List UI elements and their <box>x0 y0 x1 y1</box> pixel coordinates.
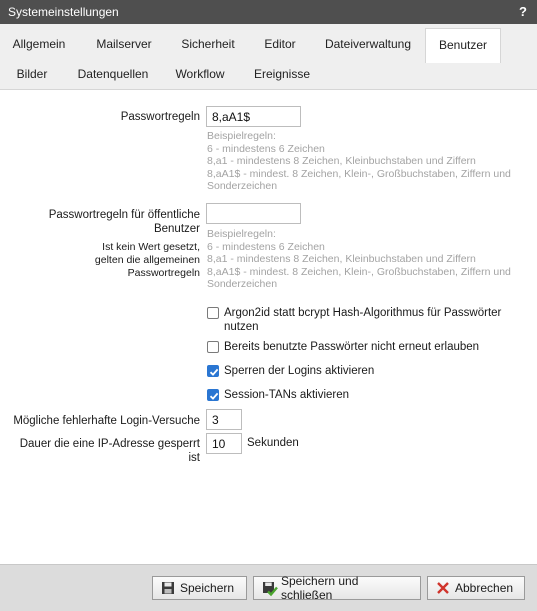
public-password-rules-hints: Beispielregeln: 6 - mindestens 6 Zeichen… <box>207 228 511 290</box>
save-and-close-button[interactable]: Speichern und schließen <box>253 574 421 602</box>
lock-logins-checkbox[interactable] <box>207 365 219 377</box>
settings-panel: Passwortregeln Beispielregeln: 6 - minde… <box>0 90 537 564</box>
ip-lock-label: Dauer die eine IP-Adresse gesperrt ist <box>19 438 200 464</box>
password-rules-input[interactable] <box>206 106 301 127</box>
tab-benutzer[interactable]: Benutzer <box>425 28 501 63</box>
tab-editor[interactable]: Editor <box>254 28 306 60</box>
checkmark-icon <box>209 368 219 376</box>
lock-logins-label: Sperren der Logins aktivieren <box>224 365 375 377</box>
save-button[interactable]: Speichern <box>152 576 247 600</box>
tab-datenquellen[interactable]: Datenquellen <box>70 58 156 90</box>
login-attempts-input[interactable] <box>206 409 242 430</box>
password-rules-hints: Beispielregeln: 6 - mindestens 6 Zeichen… <box>207 130 511 192</box>
tab-workflow[interactable]: Workflow <box>168 58 232 90</box>
tab-mailserver[interactable]: Mailserver <box>84 28 164 60</box>
window-title: Systemeinstellungen <box>8 5 119 19</box>
tab-dateiverwaltung[interactable]: Dateiverwaltung <box>316 28 420 60</box>
tab-sicherheit[interactable]: Sicherheit <box>172 28 244 60</box>
reuse-passwords-label: Bereits benutzte Passwörter nicht erneut… <box>224 341 480 353</box>
window-titlebar: Systemeinstellungen ? <box>0 0 537 24</box>
login-attempts-label: Mögliche fehlerhafte Login-Versuche <box>13 415 200 427</box>
save-button-label: Speichern <box>180 581 235 595</box>
floppy-disk-icon <box>161 581 175 595</box>
session-tans-checkbox[interactable] <box>207 389 219 401</box>
password-rules-label: Passwortregeln <box>120 111 200 123</box>
cancel-button[interactable]: Abbrechen <box>427 576 525 600</box>
ip-lock-unit: Sekunden <box>247 437 299 449</box>
tab-bilder[interactable]: Bilder <box>8 58 56 90</box>
help-icon[interactable]: ? <box>519 4 527 19</box>
save-and-close-button-label: Speichern und schließen <box>281 574 359 602</box>
reuse-passwords-checkbox[interactable] <box>207 341 219 353</box>
close-icon <box>436 581 450 595</box>
public-password-rules-note: Ist kein Wert gesetzt, gelten die allgem… <box>94 241 200 279</box>
tab-bar: Allgemein Mailserver Sicherheit Editor D… <box>0 24 537 90</box>
tab-allgemein[interactable]: Allgemein <box>8 28 70 60</box>
floppy-disk-check-icon <box>262 581 278 597</box>
argon2id-checkbox[interactable] <box>207 307 219 319</box>
ip-lock-input[interactable] <box>206 433 242 454</box>
argon2id-label: Argon2id statt bcrypt Hash-Algorithmus f… <box>224 307 502 333</box>
dialog-footer: Speichern Speichern und schließen Abbrec… <box>0 564 537 611</box>
public-password-rules-input[interactable] <box>206 203 301 224</box>
cancel-button-label: Abbrechen <box>455 581 514 595</box>
checkmark-icon <box>209 392 219 400</box>
tab-ereignisse[interactable]: Ereignisse <box>246 58 318 90</box>
session-tans-label: Session-TANs aktivieren <box>224 389 350 401</box>
public-password-rules-label: Passwortregeln für öffentliche Benutzer <box>48 209 200 235</box>
